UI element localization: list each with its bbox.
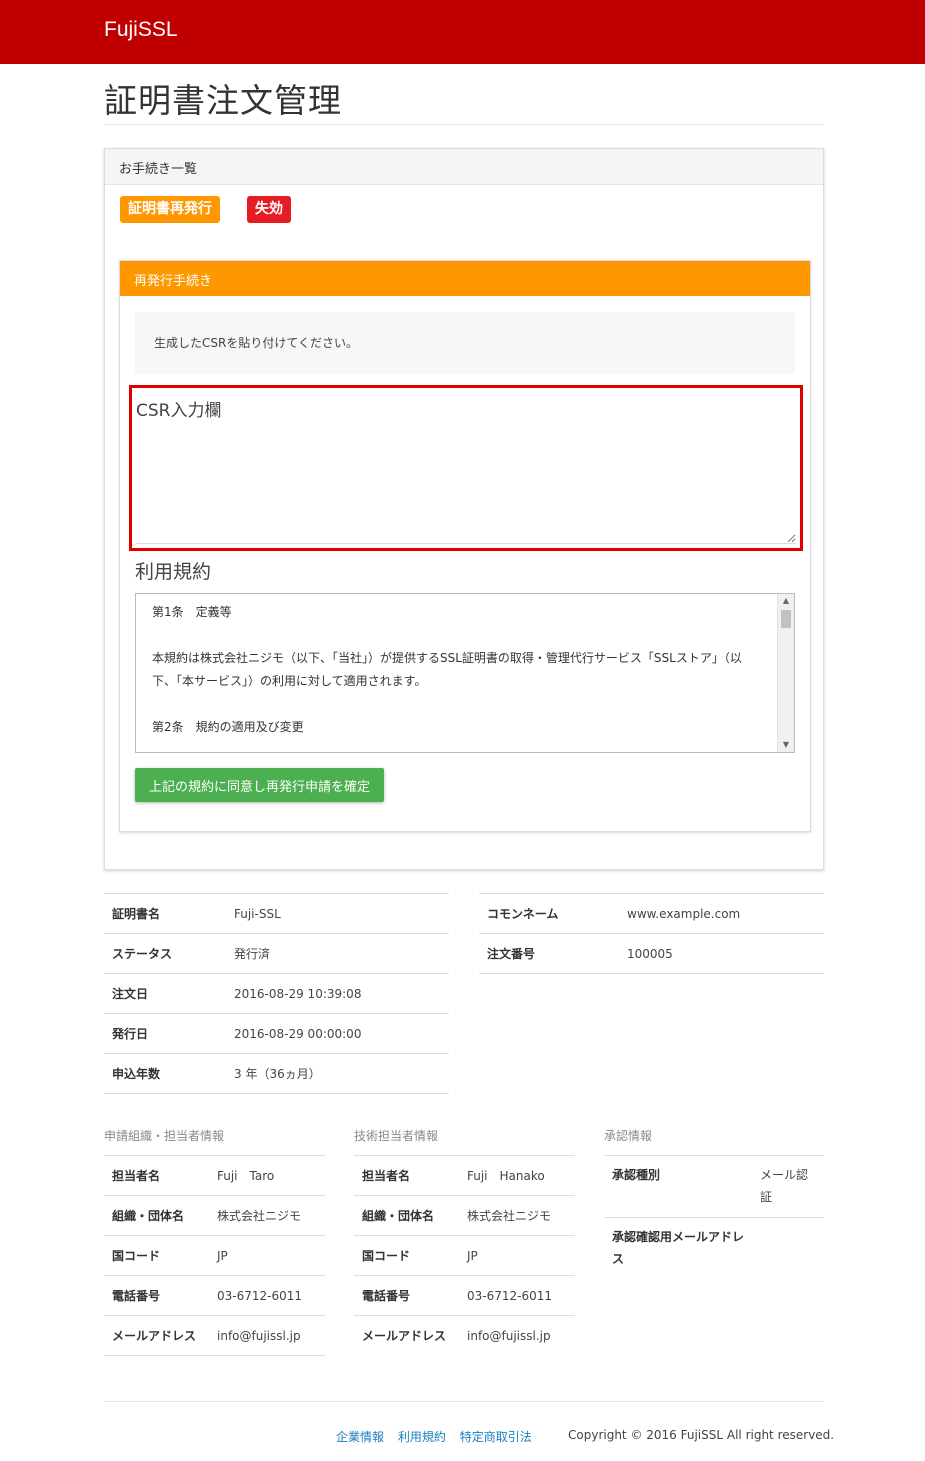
scroll-down-arrow-icon[interactable]: ▼: [778, 738, 794, 752]
footer-links: 企業情報 利用規約 特定商取引法: [336, 1428, 542, 1445]
row-key: 注文日: [104, 973, 226, 1014]
table-row: 発行日 2016-08-29 00:00:00: [104, 1013, 449, 1054]
confirm-reissue-button[interactable]: 上記の規約に同意し再発行申請を確定: [135, 768, 384, 802]
row-value: Fuji-SSL: [226, 893, 449, 934]
row-value: 03-6712-6011: [459, 1275, 575, 1316]
row-key: 国コード: [354, 1235, 459, 1276]
row-value: 株式会社ニジモ: [209, 1195, 325, 1236]
row-value: JP: [209, 1235, 325, 1276]
row-key: 国コード: [104, 1235, 209, 1276]
top-navbar: FujiSSL: [0, 0, 925, 64]
footer-link-commerce-law[interactable]: 特定商取引法: [460, 1430, 532, 1444]
table-row: コモンネーム www.example.com: [479, 893, 824, 934]
scroll-thumb[interactable]: [781, 610, 791, 628]
footer-link-company[interactable]: 企業情報: [336, 1430, 384, 1444]
table-row: 証明書名 Fuji-SSL: [104, 893, 449, 934]
table-row: 注文番号 100005: [479, 933, 824, 974]
row-key: 電話番号: [104, 1275, 209, 1316]
row-key: 注文番号: [479, 933, 619, 974]
row-key: 申込年数: [104, 1053, 226, 1094]
procedures-heading: お手続き一覧: [105, 149, 823, 185]
scroll-up-arrow-icon[interactable]: ▲: [778, 594, 794, 608]
brand-logo[interactable]: FujiSSL: [104, 18, 178, 42]
title-divider: [104, 124, 824, 125]
csr-highlight-frame: [129, 385, 803, 551]
row-value: 03-6712-6011: [209, 1275, 325, 1316]
row-value: メール認証: [752, 1155, 824, 1218]
row-key: メールアドレス: [104, 1315, 209, 1356]
table-row: 組織・団体名 株式会社ニジモ: [354, 1195, 575, 1236]
technical-section-label: 技術担当者情報: [354, 1129, 439, 1143]
table-row: 国コード JP: [354, 1235, 575, 1276]
row-key: コモンネーム: [479, 893, 619, 934]
table-row: 担当者名 Fuji Taro: [104, 1155, 325, 1196]
row-value: 2016-08-29 10:39:08: [226, 973, 449, 1014]
reissue-heading: 再発行手続き: [120, 261, 810, 296]
table-row: 電話番号 03-6712-6011: [354, 1275, 575, 1316]
terms-label: 利用規約: [135, 561, 212, 583]
order-info-table: コモンネーム www.example.com 注文番号 100005: [479, 893, 824, 974]
table-row: 電話番号 03-6712-6011: [104, 1275, 325, 1316]
revoke-badge-button[interactable]: 失効: [247, 196, 291, 223]
table-row: 国コード JP: [104, 1235, 325, 1276]
row-key: 担当者名: [104, 1155, 209, 1196]
footer-divider: [104, 1401, 824, 1402]
procedures-panel: お手続き一覧 証明書再発行 失効 再発行手続き 生成したCSRを貼り付けてくださ…: [104, 148, 824, 870]
table-row: 承認種別 メール認証: [604, 1155, 824, 1218]
table-row: ステータス 発行済: [104, 933, 449, 974]
table-row: 組織・団体名 株式会社ニジモ: [104, 1195, 325, 1236]
row-value: 発行済: [226, 933, 449, 974]
row-key: 組織・団体名: [354, 1195, 459, 1236]
terms-paragraph: 第1条 定義等: [152, 605, 232, 619]
row-value: 3 年（36ヵ月）: [226, 1053, 449, 1094]
instruction-box: 生成したCSRを貼り付けてください。: [135, 312, 795, 374]
approval-section-label: 承認情報: [604, 1129, 653, 1143]
row-key: メールアドレス: [354, 1315, 459, 1356]
row-key: 承認確認用メールアドレス: [604, 1217, 752, 1280]
table-row: 注文日 2016-08-29 10:39:08: [104, 973, 449, 1014]
row-value: [752, 1217, 824, 1280]
row-key: 組織・団体名: [104, 1195, 209, 1236]
table-row: 承認確認用メールアドレス: [604, 1217, 824, 1280]
row-value: 100005: [619, 933, 824, 974]
row-value: 2016-08-29 00:00:00: [226, 1013, 449, 1054]
row-key: ステータス: [104, 933, 226, 974]
technical-info-table: 担当者名 Fuji Hanako 組織・団体名 株式会社ニジモ 国コード JP 電話番号 03…: [354, 1155, 575, 1356]
row-value: 株式会社ニジモ: [459, 1195, 575, 1236]
row-value: www.example.com: [619, 893, 824, 934]
row-value: Fuji Taro: [209, 1155, 325, 1196]
terms-paragraph: 本規約は株式会社ニジモ（以下、「当社」）が提供するSSL証明書の取得・管理代行サ…: [152, 651, 742, 688]
row-key: 承認種別: [604, 1155, 752, 1218]
row-key: 発行日: [104, 1013, 226, 1054]
reissue-badge-button[interactable]: 証明書再発行: [120, 196, 220, 223]
applicant-section-label: 申請組織・担当者情報: [104, 1129, 225, 1143]
approval-info-table: 承認種別 メール認証 承認確認用メールアドレス: [604, 1155, 824, 1280]
copyright-text: Copyright © 2016 FujiSSL All right reser…: [568, 1428, 835, 1442]
row-value: Fuji Hanako: [459, 1155, 575, 1196]
row-value: JP: [459, 1235, 575, 1276]
applicant-info-table: 担当者名 Fuji Taro 組織・団体名 株式会社ニジモ 国コード JP 電話番号 03-6…: [104, 1155, 325, 1356]
footer-link-terms[interactable]: 利用規約: [398, 1430, 446, 1444]
row-key: 担当者名: [354, 1155, 459, 1196]
row-value: info@fujissl.jp: [209, 1315, 325, 1356]
table-row: 申込年数 3 年（36ヵ月）: [104, 1053, 449, 1094]
table-row: メールアドレス info@fujissl.jp: [104, 1315, 325, 1356]
reissue-panel: 再発行手続き 生成したCSRを貼り付けてください。 利用規約 第1条 定義等 本…: [119, 260, 811, 832]
terms-text: 第1条 定義等 本規約は株式会社ニジモ（以下、「当社」）が提供するSSL証明書の…: [136, 594, 794, 752]
csr-input[interactable]: [136, 392, 796, 544]
row-key: 証明書名: [104, 893, 226, 934]
row-key: 電話番号: [354, 1275, 459, 1316]
table-row: メールアドレス info@fujissl.jp: [354, 1315, 575, 1356]
terms-scroll-box[interactable]: 第1条 定義等 本規約は株式会社ニジモ（以下、「当社」）が提供するSSL証明書の…: [135, 593, 795, 753]
terms-paragraph: 第2条 規約の適用及び変更: [152, 720, 304, 734]
table-row: 担当者名 Fuji Hanako: [354, 1155, 575, 1196]
row-value: info@fujissl.jp: [459, 1315, 575, 1356]
page-title: 証明書注文管理: [104, 81, 342, 120]
terms-scrollbar[interactable]: ▲ ▼: [777, 594, 794, 752]
certificate-info-table: 証明書名 Fuji-SSL ステータス 発行済 注文日 2016-08-29 10:39:…: [104, 893, 449, 1094]
